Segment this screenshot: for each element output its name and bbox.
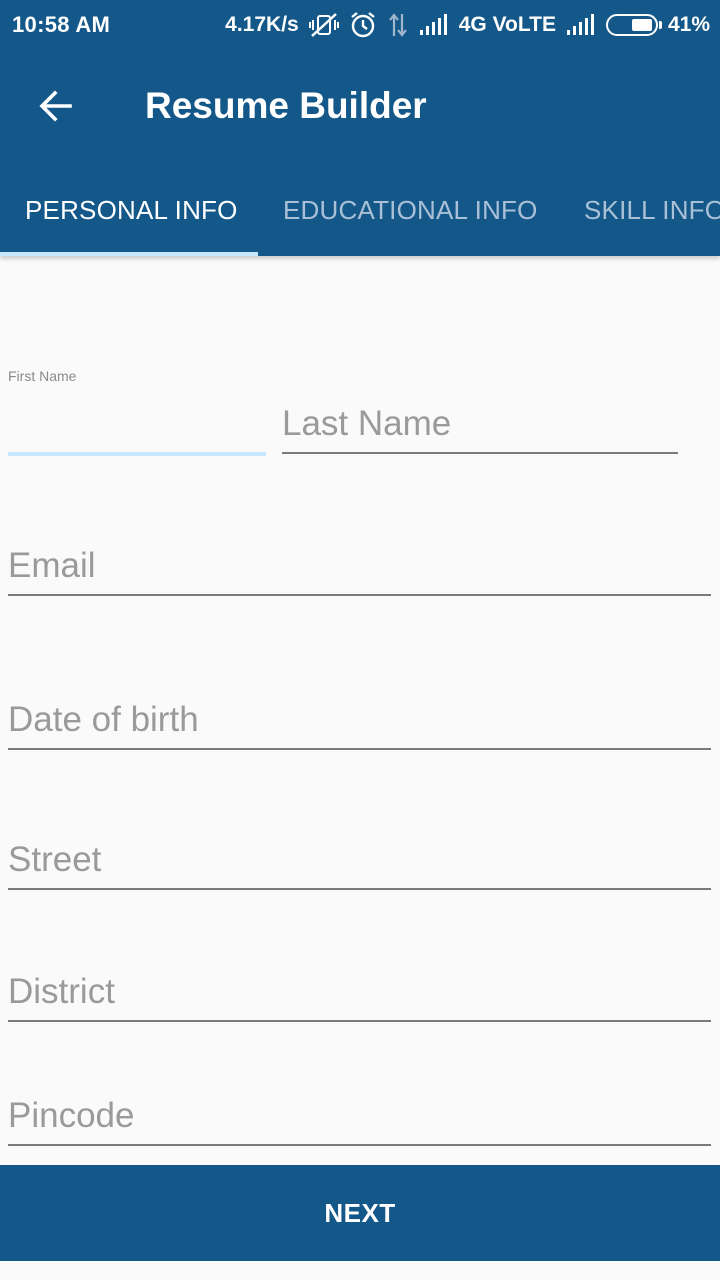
battery-icon: [605, 14, 662, 36]
tab-bar: PERSONAL INFO EDUCATIONAL INFO SKILL INF…: [0, 160, 720, 256]
tab-educational-info[interactable]: EDUCATIONAL INFO: [283, 195, 538, 226]
data-transfer-icon: [387, 12, 409, 38]
status-time: 10:58 AM: [12, 12, 111, 37]
last-name-field[interactable]: [282, 404, 678, 454]
back-button[interactable]: [26, 76, 86, 136]
page-title: Resume Builder: [145, 85, 427, 126]
tab-personal-info[interactable]: PERSONAL INFO: [25, 195, 238, 226]
arrow-left-icon: [39, 90, 72, 122]
pincode-field[interactable]: [8, 1096, 711, 1146]
next-button[interactable]: NEXT: [0, 1165, 720, 1261]
app-bar: Resume Builder: [0, 50, 720, 160]
status-bar: 10:58 AM 4.17K/s 4G VoLTE 41%: [0, 0, 720, 50]
vibrate-off-icon: [308, 12, 339, 38]
tab-indicator: [0, 252, 258, 256]
status-icons: 4.17K/s 4G VoLTE 41%: [225, 8, 710, 42]
first-name-label: First Name: [8, 368, 77, 384]
tab-skill-info[interactable]: SKILL INFO: [584, 195, 720, 226]
street-field[interactable]: [8, 840, 711, 890]
email-field[interactable]: [8, 546, 711, 596]
network-speed: 4.17K/s: [225, 13, 299, 36]
district-field[interactable]: [8, 972, 711, 1022]
battery-level: 41%: [667, 13, 710, 36]
network-type: 4G VoLTE: [458, 13, 556, 36]
signal-icon: [566, 14, 596, 36]
first-name-field[interactable]: [8, 406, 266, 456]
signal-icon: [419, 14, 449, 36]
next-button-label: NEXT: [324, 1197, 396, 1228]
alarm-icon: [349, 11, 377, 39]
date-of-birth-field[interactable]: [8, 700, 711, 750]
